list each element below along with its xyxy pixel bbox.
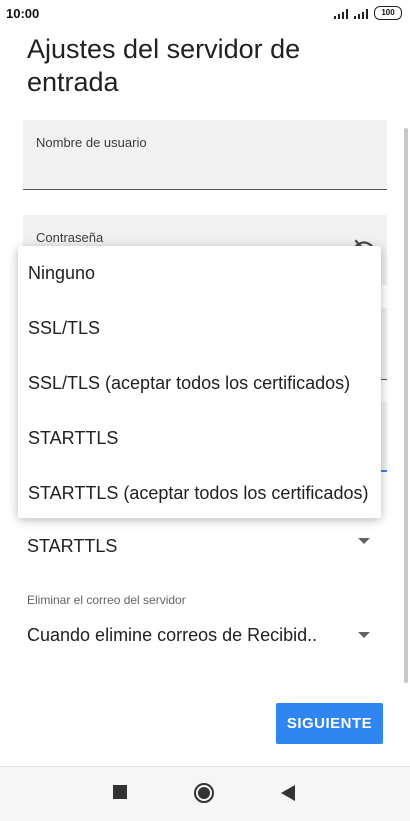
password-label: Contraseña [36,230,104,245]
menu-item-ssl-tls[interactable]: SSL/TLS [28,318,100,339]
username-field[interactable]: Nombre de usuario [23,120,387,190]
page-title: Ajustes del servidor de entrada [27,34,301,97]
dropdown-arrow-icon-2[interactable] [358,632,370,638]
security-select-value[interactable]: STARTTLS [27,536,117,557]
delete-mail-select-value[interactable]: Cuando elimine correos de Recibid.. [27,625,317,646]
menu-item-starttls-all-certs[interactable]: STARTTLS (aceptar todos los certificados… [28,483,368,504]
navigation-bar [0,766,410,821]
next-button[interactable]: SIGUIENTE [276,703,383,744]
menu-item-ssl-tls-all-certs[interactable]: SSL/TLS (aceptar todos los certificados) [28,373,350,394]
menu-item-starttls[interactable]: STARTTLS [28,428,118,449]
scrollbar[interactable] [404,128,408,683]
signal-icon-2 [354,9,368,19]
security-dropdown-menu: Ninguno SSL/TLS SSL/TLS (aceptar todos l… [18,246,381,518]
dropdown-arrow-icon[interactable] [358,538,370,544]
status-bar: 10:00 100 [0,0,410,30]
username-label: Nombre de usuario [36,135,147,150]
circle-icon[interactable] [193,782,215,804]
status-time: 10:00 [6,6,40,21]
delete-mail-label: Eliminar el correo del servidor [27,593,186,607]
username-underline [23,189,387,190]
square-icon[interactable] [113,785,127,799]
battery-icon: 100 [374,6,402,20]
menu-item-ninguno[interactable]: Ninguno [28,263,95,284]
signal-icon [334,9,348,19]
triangle-back-icon[interactable] [281,785,295,801]
